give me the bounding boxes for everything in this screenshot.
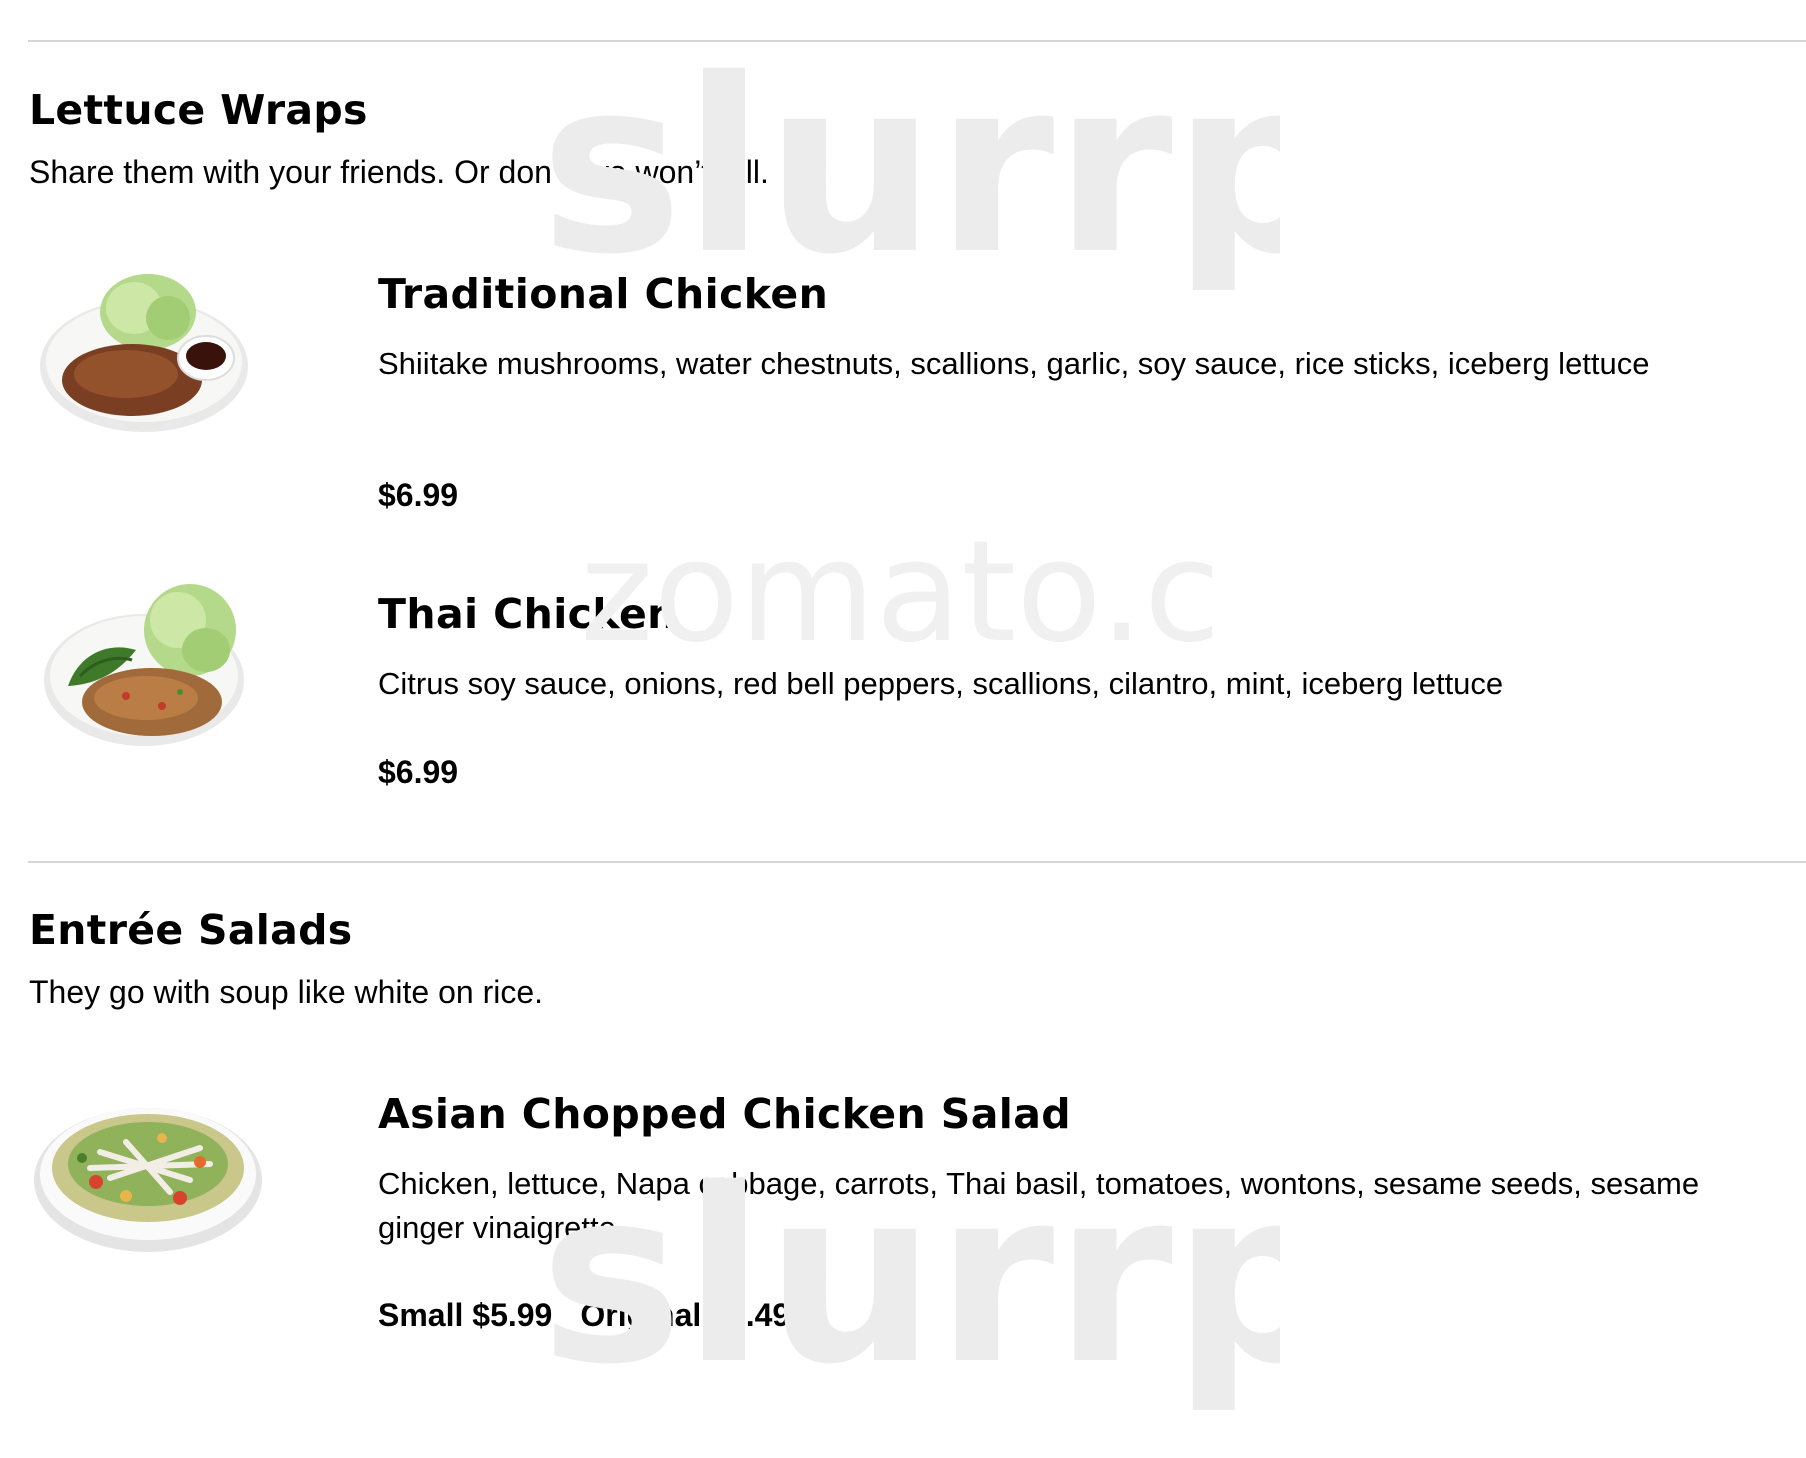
lettuce-wrap-plate-icon <box>40 274 248 432</box>
section-title-lettuce-wraps: Lettuce Wraps <box>29 86 368 134</box>
price-small: Small $5.99 <box>378 1297 553 1333</box>
divider-top <box>28 40 1806 42</box>
item-description-thai-chicken: Citrus soy sauce, onions, red bell peppe… <box>378 666 1504 701</box>
divider-section <box>28 861 1806 863</box>
section-subtitle-lettuce-wraps: Share them with your friends. Or don’t; … <box>29 154 769 190</box>
item-name-traditional-chicken: Traditional Chicken <box>378 270 829 318</box>
price-original: Original $7.49 <box>580 1297 791 1333</box>
salad-bowl-icon <box>34 1108 262 1252</box>
lettuce-wrap-plate-icon <box>44 584 244 746</box>
item-description-traditional-chicken: Shiitake mushrooms, water chestnuts, sca… <box>378 346 1650 381</box>
item-price-traditional-chicken: $6.99 <box>378 477 459 513</box>
item-name-thai-chicken: Thai Chicken <box>378 590 677 638</box>
item-prices-asian-chopped-chicken-salad: Small $5.99 Original $7.49 <box>378 1297 790 1334</box>
section-subtitle-entree-salads: They go with soup like white on rice. <box>29 974 544 1010</box>
section-title-entree-salads: Entrée Salads <box>29 906 353 954</box>
item-name-asian-chopped-chicken-salad: Asian Chopped Chicken Salad <box>378 1090 1072 1138</box>
item-description-asian-chopped-chicken-salad: Chicken, lettuce, Napa cabbage, carrots,… <box>378 1166 1700 1245</box>
item-price-thai-chicken: $6.99 <box>378 754 459 790</box>
